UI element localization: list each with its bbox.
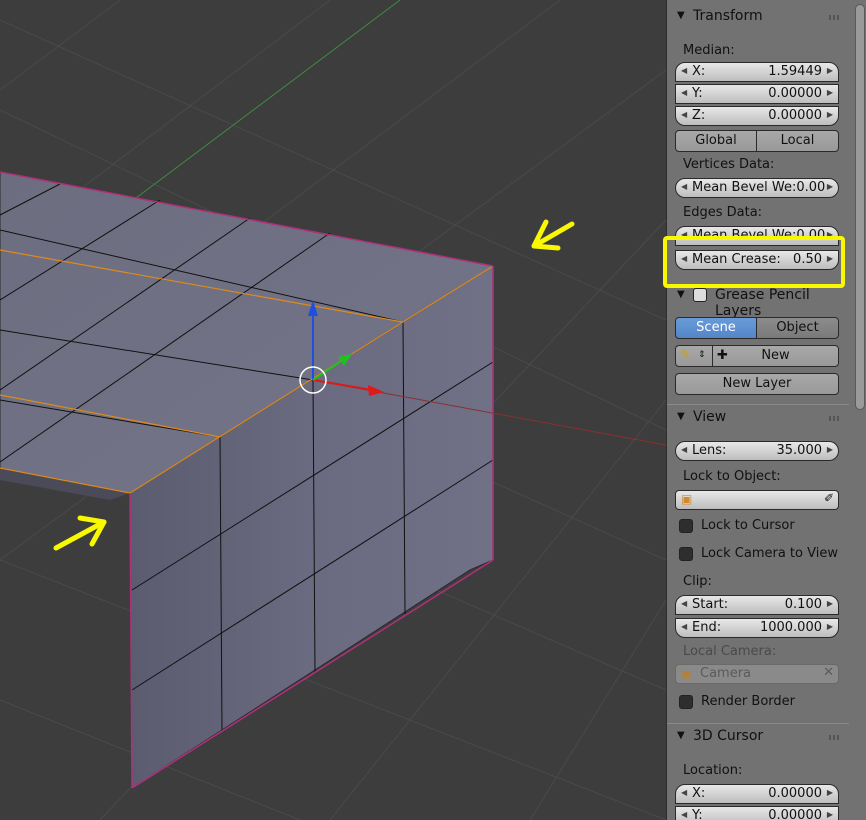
viewport-scene bbox=[0, 0, 666, 820]
field-key: Lens: bbox=[692, 443, 727, 458]
lock-camera-checkbox[interactable] bbox=[679, 547, 693, 561]
properties-panel: ▼ Transform Median: ◀ X: 1.59449 ▶ ◀ Y: … bbox=[666, 0, 866, 820]
new-button[interactable]: ✚ New bbox=[712, 345, 839, 367]
increment-icon[interactable]: ▶ bbox=[827, 182, 833, 191]
pencil-icon: ✎ bbox=[680, 348, 691, 363]
local-camera-label: Local Camera: bbox=[683, 644, 777, 659]
clear-icon: ✕ bbox=[823, 665, 834, 680]
lock-object-field[interactable]: ▣ ✐ bbox=[675, 490, 839, 510]
eyedropper-icon[interactable]: ✐ bbox=[824, 491, 834, 505]
collapse-triangle-icon: ▼ bbox=[677, 10, 685, 21]
field-value: 0.100 bbox=[784, 597, 822, 612]
view-title: View bbox=[693, 409, 727, 425]
median-z-field[interactable]: ◀ Z: 0.00000 ▶ bbox=[675, 106, 839, 126]
grease-pencil-title: Grease Pencil Layers bbox=[715, 287, 810, 319]
edges-data-label: Edges Data: bbox=[683, 205, 763, 220]
new-layer-button[interactable]: New Layer bbox=[675, 373, 839, 395]
field-value: 0.00000 bbox=[768, 786, 822, 801]
field-key: Start: bbox=[692, 597, 729, 612]
field-value: 0.00000 bbox=[768, 86, 822, 101]
drag-grip-icon[interactable] bbox=[829, 416, 841, 421]
global-button[interactable]: Global bbox=[675, 130, 757, 152]
collapse-triangle-icon: ▼ bbox=[677, 730, 685, 741]
increment-icon[interactable]: ▶ bbox=[827, 445, 833, 454]
field-value: 0.00000 bbox=[768, 808, 822, 820]
cursor-x-field[interactable]: ◀ X: 0.00000 ▶ bbox=[675, 784, 839, 804]
field-key: Y: bbox=[692, 86, 703, 101]
cursor-y-field[interactable]: ◀ Y: 0.00000 ▶ bbox=[675, 806, 839, 820]
render-border-checkbox[interactable] bbox=[679, 695, 693, 709]
view-header[interactable]: ▼ View bbox=[667, 404, 849, 431]
new-label: New bbox=[761, 348, 790, 363]
field-value: 1.59449 bbox=[768, 64, 822, 79]
field-key: Mean Bevel We:0.00 bbox=[692, 180, 826, 195]
increment-icon[interactable]: ▶ bbox=[827, 810, 833, 819]
3d-viewport[interactable] bbox=[0, 0, 666, 820]
updown-icon: ⇕ bbox=[698, 350, 706, 360]
decrement-icon[interactable]: ◀ bbox=[681, 445, 687, 454]
annotation-arrow-bottom bbox=[53, 515, 107, 551]
decrement-icon[interactable]: ◀ bbox=[681, 810, 687, 819]
vertices-data-label: Vertices Data: bbox=[683, 157, 775, 172]
3d-cursor-title: 3D Cursor bbox=[693, 728, 764, 744]
scene-button[interactable]: Scene bbox=[675, 317, 757, 339]
camera-value: Camera bbox=[700, 666, 752, 681]
decrement-icon[interactable]: ◀ bbox=[681, 622, 687, 631]
clip-start-field[interactable]: ◀ Start: 0.100 ▶ bbox=[675, 595, 839, 615]
median-x-field[interactable]: ◀ X: 1.59449 ▶ bbox=[675, 62, 839, 82]
local-button[interactable]: Local bbox=[756, 130, 839, 152]
grease-pencil-checkbox[interactable] bbox=[693, 288, 707, 302]
increment-icon[interactable]: ▶ bbox=[827, 66, 833, 75]
field-key: End: bbox=[692, 620, 722, 635]
crease-highlight-box bbox=[663, 236, 845, 288]
panel-scrollbar[interactable] bbox=[855, 4, 865, 410]
field-key: X: bbox=[692, 64, 706, 79]
median-y-field[interactable]: ◀ Y: 0.00000 ▶ bbox=[675, 84, 839, 104]
render-border-label: Render Border bbox=[701, 694, 795, 709]
decrement-icon[interactable]: ◀ bbox=[681, 182, 687, 191]
collapse-triangle-icon: ▼ bbox=[677, 289, 685, 300]
cube-icon: ▣ bbox=[681, 492, 693, 506]
transform-header[interactable]: ▼ Transform bbox=[667, 4, 849, 30]
decrement-icon[interactable]: ◀ bbox=[681, 599, 687, 608]
location-label: Location: bbox=[683, 763, 743, 778]
decrement-icon[interactable]: ◀ bbox=[681, 88, 687, 97]
decrement-icon[interactable]: ◀ bbox=[681, 110, 687, 119]
field-key: X: bbox=[692, 786, 706, 801]
increment-icon[interactable]: ▶ bbox=[827, 88, 833, 97]
clip-label: Clip: bbox=[683, 574, 712, 589]
vertex-bevel-weight-field[interactable]: ◀ Mean Bevel We:0.00 ▶ bbox=[675, 178, 839, 198]
lock-camera-label: Lock Camera to View bbox=[701, 546, 838, 561]
clip-end-field[interactable]: ◀ End: 1000.000 ▶ bbox=[675, 618, 839, 638]
drag-grip-icon[interactable] bbox=[829, 15, 841, 20]
plus-icon: ✚ bbox=[717, 348, 728, 363]
increment-icon[interactable]: ▶ bbox=[827, 110, 833, 119]
transform-title: Transform bbox=[693, 8, 763, 24]
median-label: Median: bbox=[683, 43, 735, 58]
increment-icon[interactable]: ▶ bbox=[827, 788, 833, 797]
field-value: 35.000 bbox=[776, 443, 823, 458]
lock-cursor-label: Lock to Cursor bbox=[701, 518, 795, 533]
field-key: Z: bbox=[692, 108, 706, 123]
field-value: 1000.000 bbox=[759, 620, 822, 635]
object-button[interactable]: Object bbox=[756, 317, 839, 339]
3d-cursor-header[interactable]: ▼ 3D Cursor bbox=[667, 723, 849, 750]
lock-cursor-checkbox[interactable] bbox=[679, 519, 693, 533]
annotation-arrow-top bbox=[531, 219, 575, 251]
camera-object-icon: ▣ bbox=[681, 666, 693, 680]
collapse-triangle-icon: ▼ bbox=[677, 411, 685, 422]
local-camera-field: ▣ Camera ✕ bbox=[675, 664, 839, 684]
lock-to-object-label: Lock to Object: bbox=[683, 469, 781, 484]
pencil-picker[interactable]: ✎ ⇕ bbox=[675, 345, 713, 367]
decrement-icon[interactable]: ◀ bbox=[681, 788, 687, 797]
increment-icon[interactable]: ▶ bbox=[827, 622, 833, 631]
decrement-icon[interactable]: ◀ bbox=[681, 66, 687, 75]
drag-grip-icon[interactable] bbox=[829, 735, 841, 740]
increment-icon[interactable]: ▶ bbox=[827, 599, 833, 608]
field-key: Y: bbox=[692, 808, 703, 820]
field-value: 0.00000 bbox=[768, 108, 822, 123]
lens-field[interactable]: ◀ Lens: 35.000 ▶ bbox=[675, 441, 839, 461]
